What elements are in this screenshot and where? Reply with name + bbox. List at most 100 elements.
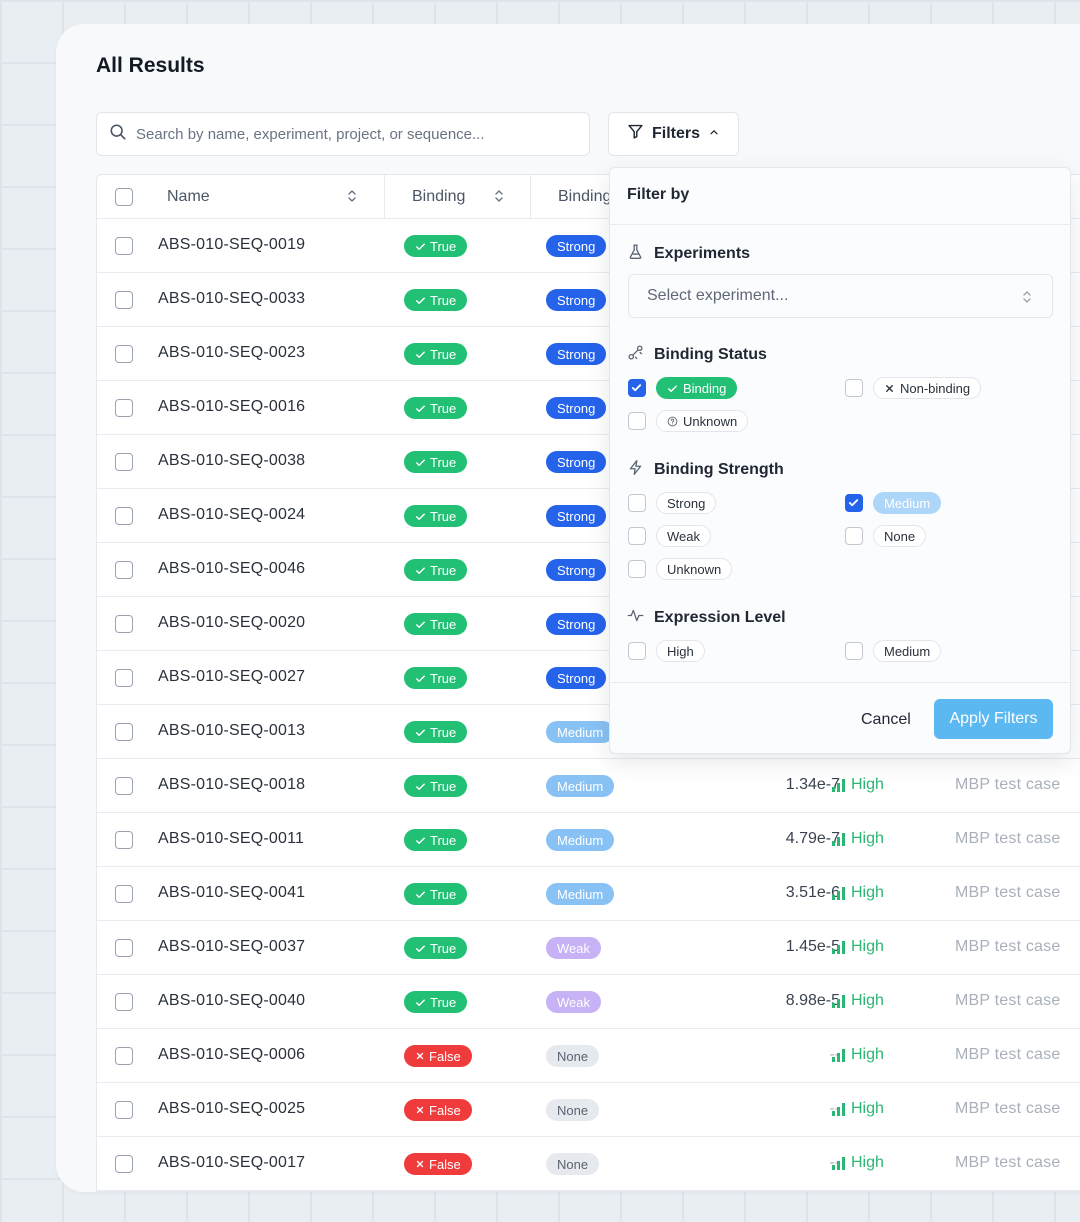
medium-strength-checkbox[interactable] [845, 494, 863, 512]
strength-badge: Weak [546, 937, 601, 959]
select-all-checkbox[interactable] [115, 188, 133, 206]
binding-badge-label: True [430, 940, 457, 956]
table-row[interactable]: ABS-010-SEQ-0037 True Weak 1.45e-5 High MBP t… [97, 921, 1080, 975]
binding-badge: True [404, 397, 468, 419]
option-medium-expression[interactable]: Medium [845, 640, 942, 662]
table-row[interactable]: ABS-010-SEQ-0006 False None -- High MBP test … [97, 1029, 1080, 1083]
option-high[interactable]: High [628, 640, 705, 662]
unknown-strength-checkbox[interactable] [628, 560, 646, 578]
check-icon [415, 943, 426, 954]
option-unknown-strength[interactable]: Unknown [628, 558, 733, 580]
table-row[interactable]: ABS-010-SEQ-0017 False None -- High MBP test … [97, 1137, 1080, 1191]
expression-label: High [851, 1154, 884, 1171]
unknown-status-checkbox[interactable] [628, 412, 646, 430]
column-header-binding[interactable]: Binding [412, 188, 465, 206]
binding-badge-label: True [430, 238, 457, 254]
filters-button[interactable]: Filters [608, 112, 739, 156]
row-checkbox[interactable] [115, 561, 133, 579]
row-checkbox[interactable] [115, 1047, 133, 1065]
row-checkbox[interactable] [115, 291, 133, 309]
row-checkbox[interactable] [115, 723, 133, 741]
binding-badge-label: False [429, 1102, 461, 1118]
option-binding[interactable]: Binding [628, 377, 738, 399]
binding-badge-label: True [430, 886, 457, 902]
strength-badge: None [546, 1153, 600, 1175]
binding-badge-label: True [430, 346, 457, 362]
expression-label: High [851, 1046, 884, 1063]
unknown-status-chip: Unknown [656, 410, 749, 432]
search-box[interactable] [96, 112, 590, 156]
row-checkbox[interactable] [115, 1101, 133, 1119]
row-name: ABS-010-SEQ-0013 [158, 722, 306, 739]
x-icon [415, 1051, 425, 1061]
expression-level: High [831, 884, 884, 902]
table-row[interactable]: ABS-010-SEQ-0011 True Medium 4.79e-7 High MBP… [97, 813, 1080, 867]
experiment-select[interactable]: Select experiment... [628, 274, 1053, 318]
expression-label: High [851, 830, 884, 847]
strength-badge: Weak [546, 991, 601, 1013]
expression-label: High [851, 992, 884, 1009]
row-checkbox[interactable] [115, 507, 133, 525]
row-checkbox[interactable] [115, 669, 133, 687]
binding-checkbox[interactable] [628, 379, 646, 397]
strength-badge: Strong [546, 343, 607, 365]
option-none[interactable]: None [845, 525, 927, 547]
check-icon [668, 384, 677, 392]
binding-badge-label: True [430, 778, 457, 794]
x-icon [886, 384, 893, 392]
option-non-binding[interactable]: Non-binding [845, 377, 982, 399]
chevron-up-icon [708, 125, 720, 143]
table-row[interactable]: ABS-010-SEQ-0018 True Medium 1.34e-7 High MBP… [97, 759, 1080, 813]
row-checkbox[interactable] [115, 939, 133, 957]
sort-binding-icon[interactable] [494, 189, 504, 203]
filter-dropdown: Filter by Experiments Select experiment.… [609, 167, 1071, 754]
row-name: ABS-010-SEQ-0024 [158, 506, 306, 523]
check-icon [415, 565, 426, 576]
row-checkbox[interactable] [115, 885, 133, 903]
option-weak[interactable]: Weak [628, 525, 711, 547]
row-checkbox[interactable] [115, 615, 133, 633]
row-checkbox[interactable] [115, 237, 133, 255]
option-strong[interactable]: Strong [628, 492, 717, 514]
expression-level: High [831, 830, 884, 848]
option-medium-strength[interactable]: Medium [845, 492, 942, 514]
strength-badge: Medium [546, 829, 615, 851]
non-binding-checkbox[interactable] [845, 379, 863, 397]
filters-button-label: Filters [651, 125, 700, 142]
table-row[interactable]: ABS-010-SEQ-0040 True Weak 8.98e-5 High MBP t… [97, 975, 1080, 1029]
strong-checkbox[interactable] [628, 494, 646, 512]
binding-badge: True [404, 667, 468, 689]
column-header-name[interactable]: Name [167, 188, 210, 206]
row-checkbox[interactable] [115, 993, 133, 1011]
medium-expression-checkbox[interactable] [845, 642, 863, 660]
row-checkbox[interactable] [115, 453, 133, 471]
row-checkbox[interactable] [115, 831, 133, 849]
apply-filters-button[interactable]: Apply Filters [934, 699, 1053, 739]
table-row[interactable]: ABS-010-SEQ-0025 False None -- High MBP test … [97, 1083, 1080, 1137]
table-row[interactable]: ABS-010-SEQ-0041 True Medium 3.51e-6 High MBP… [97, 867, 1080, 921]
high-checkbox[interactable] [628, 642, 646, 660]
weak-checkbox[interactable] [628, 527, 646, 545]
binding-badge-label: False [429, 1048, 461, 1064]
row-checkbox[interactable] [115, 399, 133, 417]
signal-bars-icon [831, 886, 847, 900]
cancel-button[interactable]: Cancel [861, 711, 911, 729]
check-icon [415, 241, 426, 252]
none-checkbox[interactable] [845, 527, 863, 545]
sort-name-icon[interactable] [347, 189, 357, 203]
strength-badge: Strong [546, 505, 607, 527]
check-icon [415, 403, 426, 414]
column-header-binding-strength[interactable]: Binding [558, 188, 611, 206]
option-unknown-status[interactable]: Unknown [628, 410, 749, 432]
strength-badge: None [546, 1099, 600, 1121]
row-name: ABS-010-SEQ-0018 [158, 776, 306, 793]
strength-badge: Medium [546, 775, 615, 797]
search-input[interactable] [136, 125, 576, 143]
row-name: ABS-010-SEQ-0025 [158, 1100, 306, 1117]
none-chip: None [873, 525, 927, 547]
binding-badge: True [404, 289, 468, 311]
row-checkbox[interactable] [115, 1155, 133, 1173]
unknown-status-chip-label: Unknown [683, 413, 738, 429]
row-checkbox[interactable] [115, 345, 133, 363]
row-checkbox[interactable] [115, 777, 133, 795]
